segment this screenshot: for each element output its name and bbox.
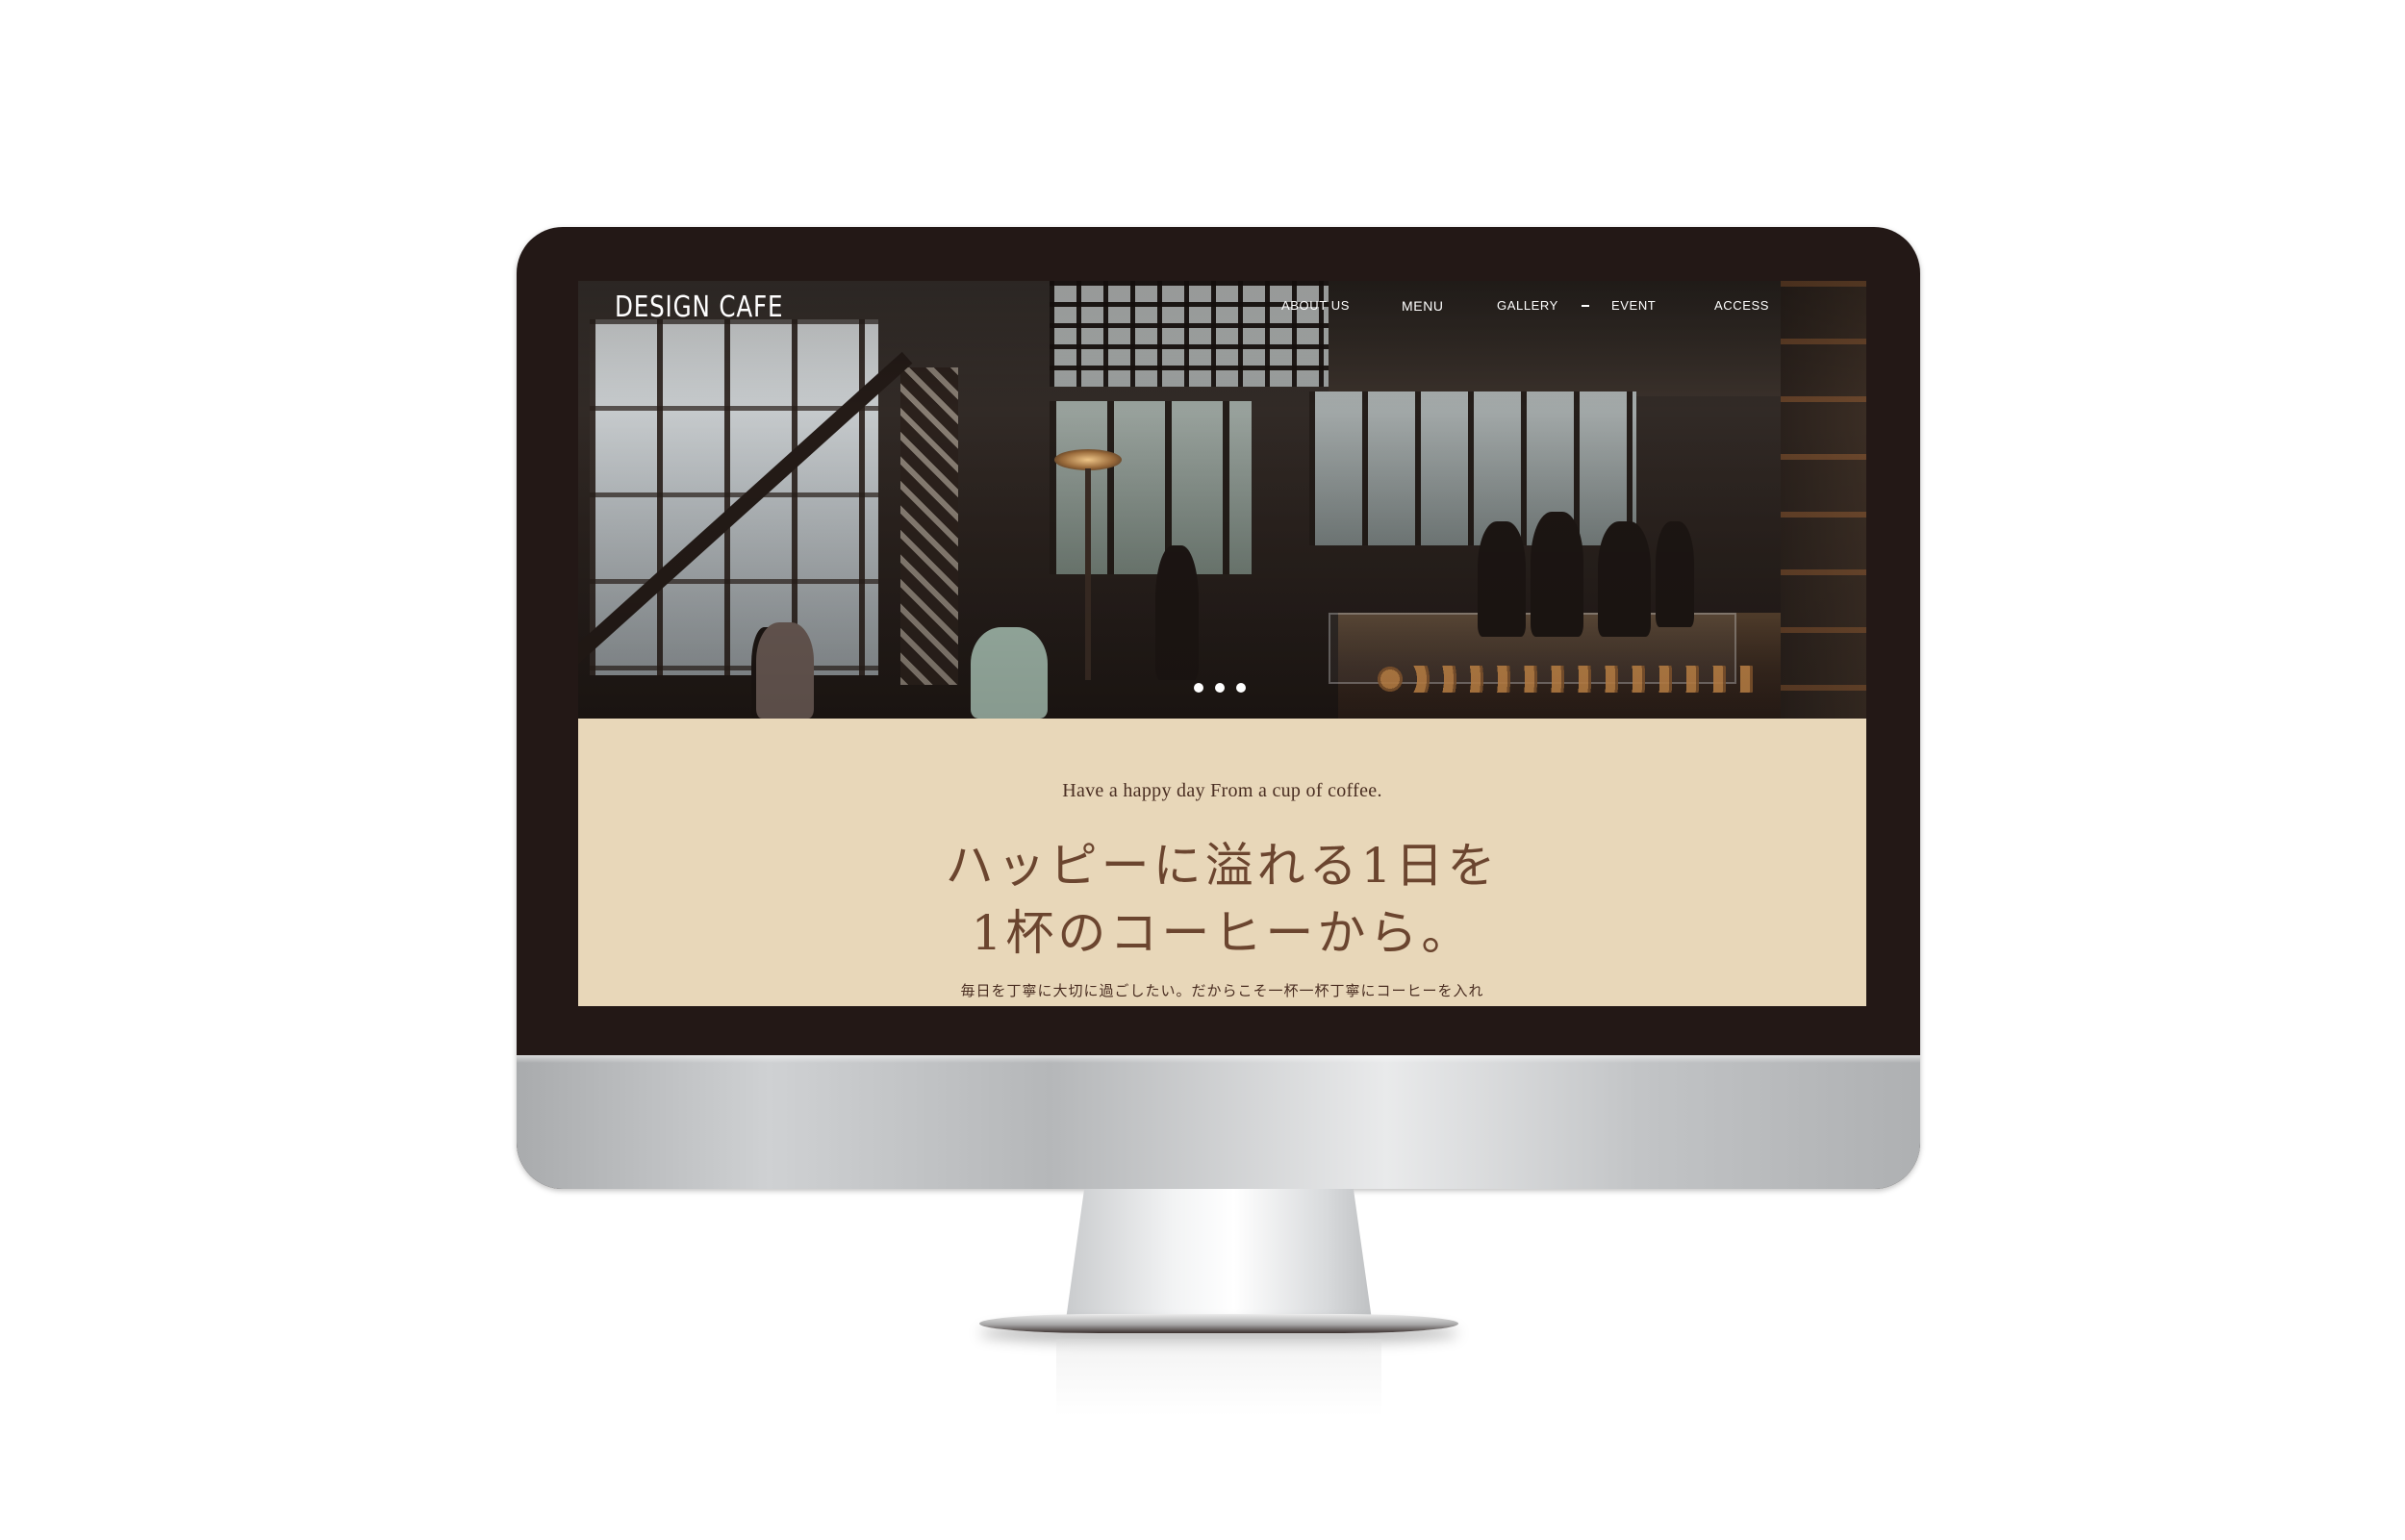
slider-dot-3-icon[interactable] bbox=[1236, 683, 1246, 693]
monitor-stand bbox=[1066, 1189, 1372, 1320]
monitor-mockup: DESIGN CAFE ABOUT US MENU GALLERY EVENT … bbox=[0, 0, 2405, 1540]
hero-overlay bbox=[578, 281, 1866, 719]
nav-event[interactable]: EVENT bbox=[1611, 296, 1656, 316]
monitor-chin bbox=[517, 1055, 1920, 1189]
nav-about-us[interactable]: ABOUT US bbox=[1281, 296, 1350, 316]
nav-menu[interactable]: MENU bbox=[1402, 296, 1444, 316]
stand-reflection bbox=[1056, 1339, 1381, 1416]
main-nav: ABOUT US MENU GALLERY EVENT ACCESS bbox=[578, 296, 1866, 316]
intro-headline-line-2: 1杯のコーヒーから。 bbox=[971, 905, 1474, 961]
nav-access[interactable]: ACCESS bbox=[1714, 296, 1769, 316]
slider-dot-2-icon[interactable] bbox=[1215, 683, 1225, 693]
intro-headline-line-1: ハッピーに溢れる1日を bbox=[945, 838, 1500, 894]
intro-tagline: Have a happy day From a cup of coffee. bbox=[1062, 780, 1382, 801]
website-screen: DESIGN CAFE ABOUT US MENU GALLERY EVENT … bbox=[578, 281, 1866, 1006]
intro-headline: ハッピーに溢れる1日を 1杯のコーヒーから。 bbox=[578, 832, 1866, 967]
slider-dot-1-icon[interactable] bbox=[1194, 683, 1203, 693]
nav-separator bbox=[1582, 305, 1589, 307]
slider-dots bbox=[1194, 683, 1252, 694]
intro-body-text: 毎日を丁寧に大切に過ごしたい。だからこそ一杯一杯丁寧にコーヒーを入れ bbox=[960, 982, 1484, 999]
monitor-stand-base bbox=[979, 1314, 1458, 1333]
intro-section: Have a happy day From a cup of coffee. ハ… bbox=[578, 719, 1866, 1006]
nav-gallery[interactable]: GALLERY bbox=[1497, 296, 1558, 316]
hero-image: DESIGN CAFE ABOUT US MENU GALLERY EVENT … bbox=[578, 281, 1866, 719]
